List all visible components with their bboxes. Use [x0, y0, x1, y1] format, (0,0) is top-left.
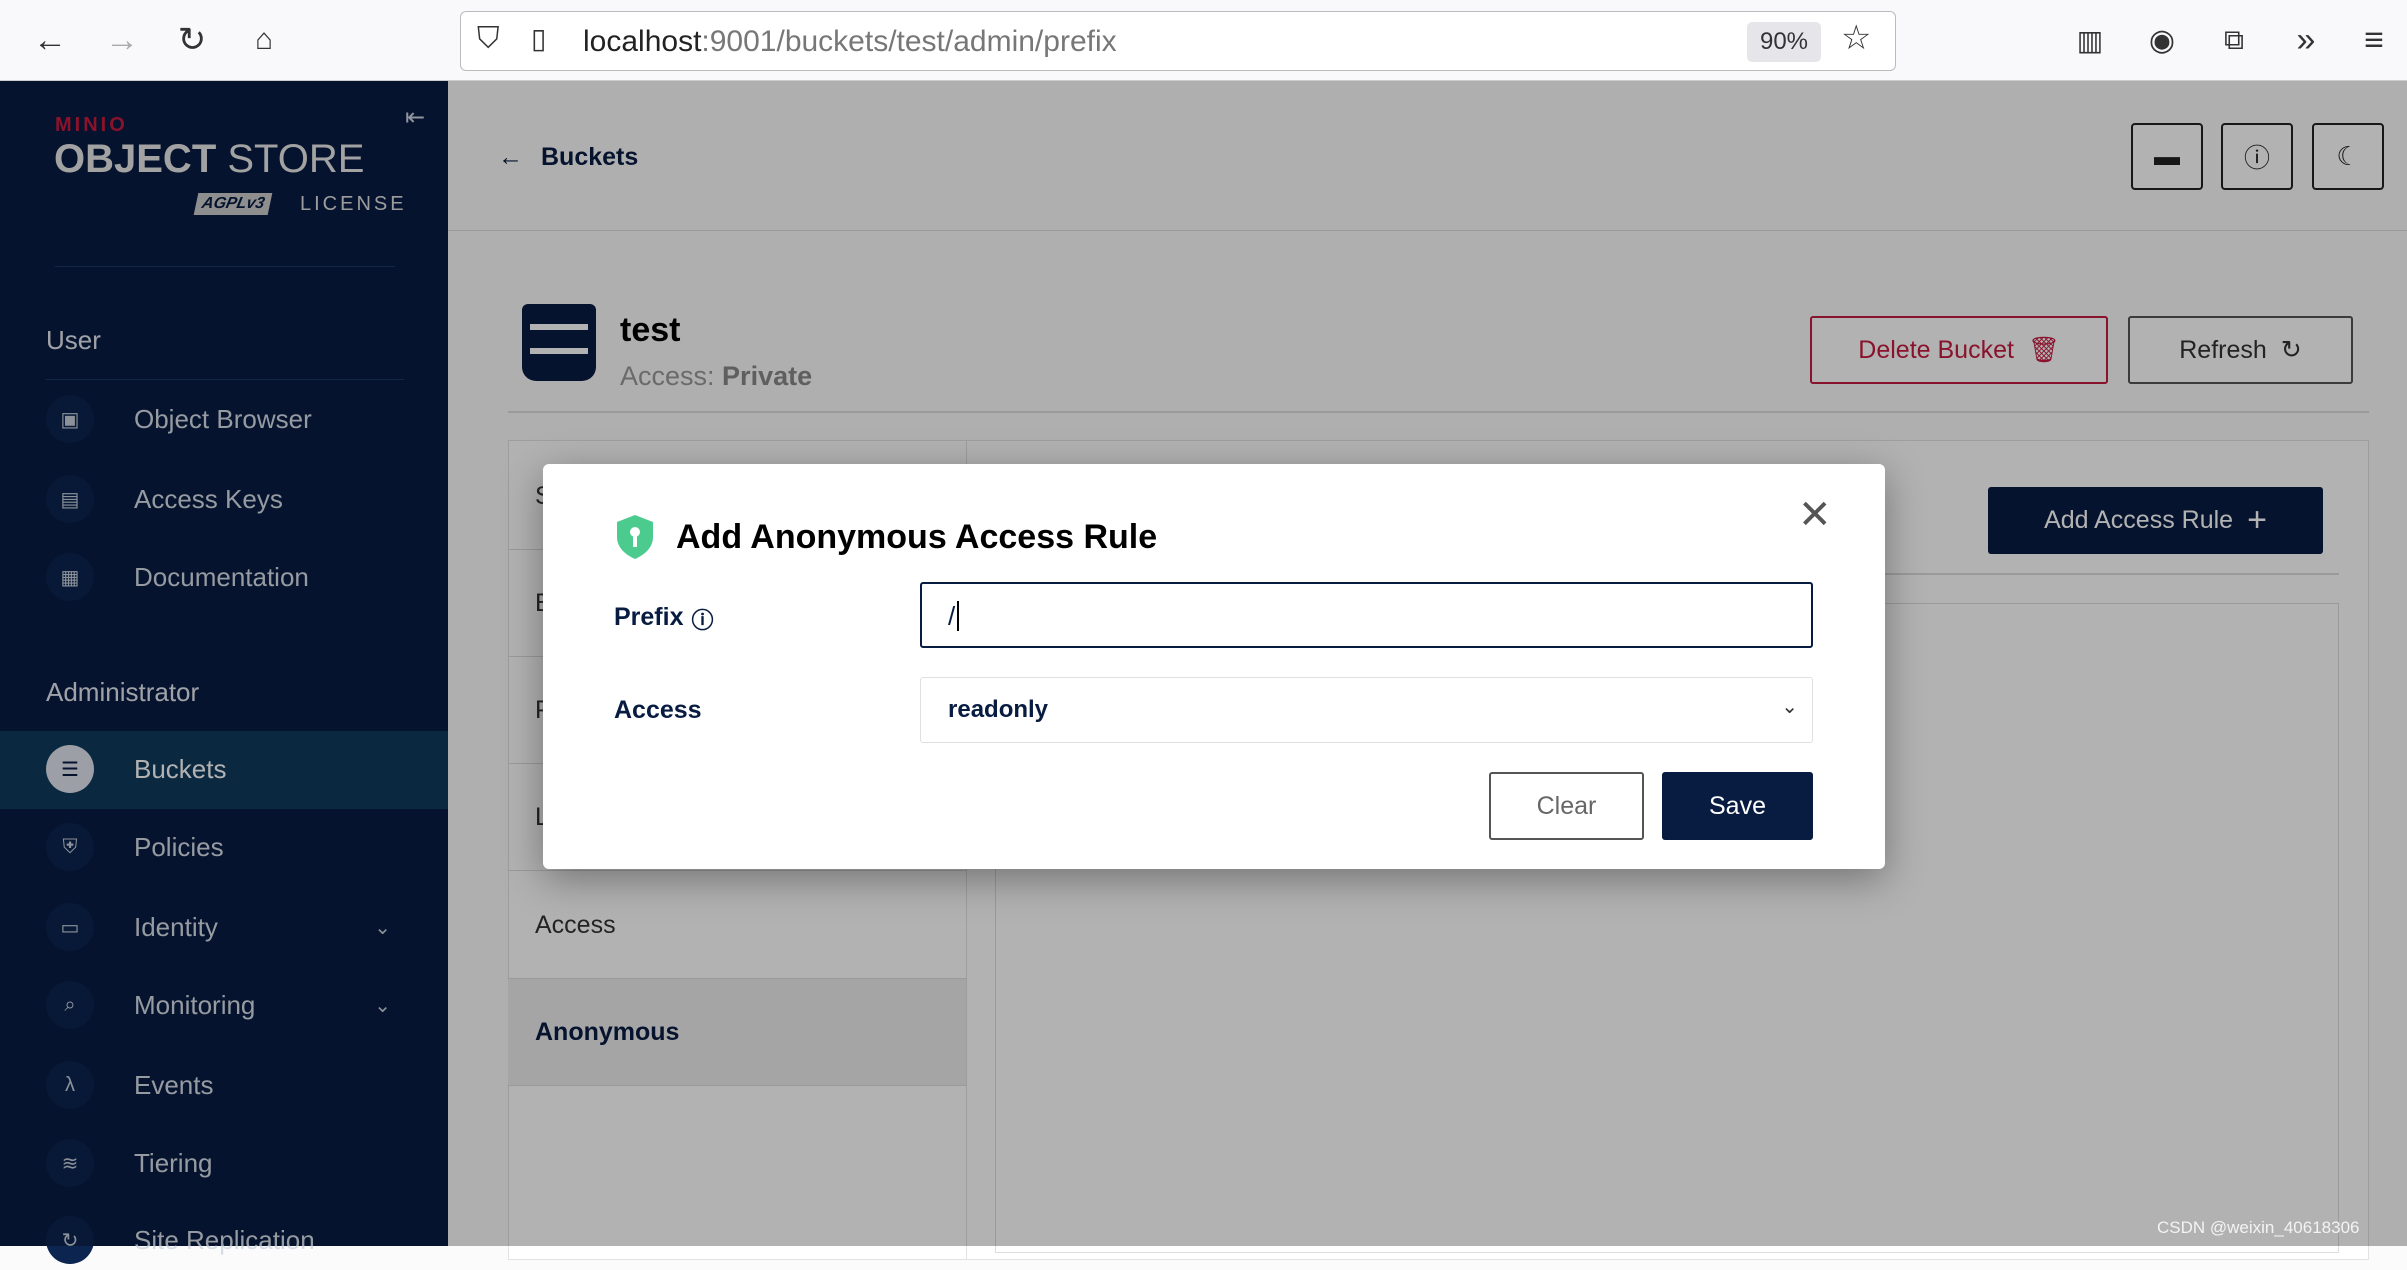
browser-toolbar: ← → ↻ ⌂ ⛉ ▯ localhost:9001/buckets/test/…: [0, 0, 2407, 81]
close-icon[interactable]: ✕: [1798, 492, 1832, 538]
url-bar[interactable]: ⛉ ▯ localhost:9001/buckets/test/admin/pr…: [460, 11, 1896, 71]
reload-icon[interactable]: ↻: [170, 18, 214, 62]
star-icon[interactable]: ☆: [1841, 18, 1871, 58]
shield-icon: ⛉: [477, 22, 500, 55]
home-icon[interactable]: ⌂: [242, 18, 286, 62]
overflow-icon[interactable]: »: [2284, 18, 2328, 62]
save-button[interactable]: Save: [1662, 772, 1813, 840]
shield-key-icon: [617, 515, 653, 559]
zoom-badge[interactable]: 90%: [1747, 22, 1821, 62]
prefix-label: Prefix ⓘ: [614, 603, 714, 635]
forward-icon[interactable]: →: [100, 18, 144, 62]
account-icon[interactable]: ◉: [2140, 18, 2184, 62]
prefix-input[interactable]: /: [920, 582, 1813, 648]
dialog-title: Add Anonymous Access Rule: [676, 518, 1158, 556]
page-icon: ▯: [531, 23, 547, 54]
access-label: Access: [614, 696, 702, 724]
back-icon[interactable]: ←: [28, 18, 72, 62]
extensions-icon[interactable]: ⧉: [2212, 18, 2256, 62]
url-host: localhost: [583, 25, 702, 58]
chevron-down-icon: ⌄: [1781, 696, 1798, 718]
add-anonymous-access-rule-dialog: Add Anonymous Access Rule ✕ Prefix ⓘ / Ac…: [543, 464, 1885, 869]
access-select[interactable]: readonly ⌄: [920, 677, 1813, 743]
url-path: :9001/buckets/test/admin/prefix: [701, 25, 1117, 58]
url-text: localhost:9001/buckets/test/admin/prefix: [583, 25, 1117, 59]
reader-icon[interactable]: ▥: [2068, 18, 2112, 62]
watermark: CSDN @weixin_40618306: [2157, 1218, 2360, 1237]
menu-icon[interactable]: ≡: [2352, 18, 2396, 62]
help-icon[interactable]: ⓘ: [691, 603, 713, 635]
clear-button[interactable]: Clear: [1489, 772, 1644, 840]
